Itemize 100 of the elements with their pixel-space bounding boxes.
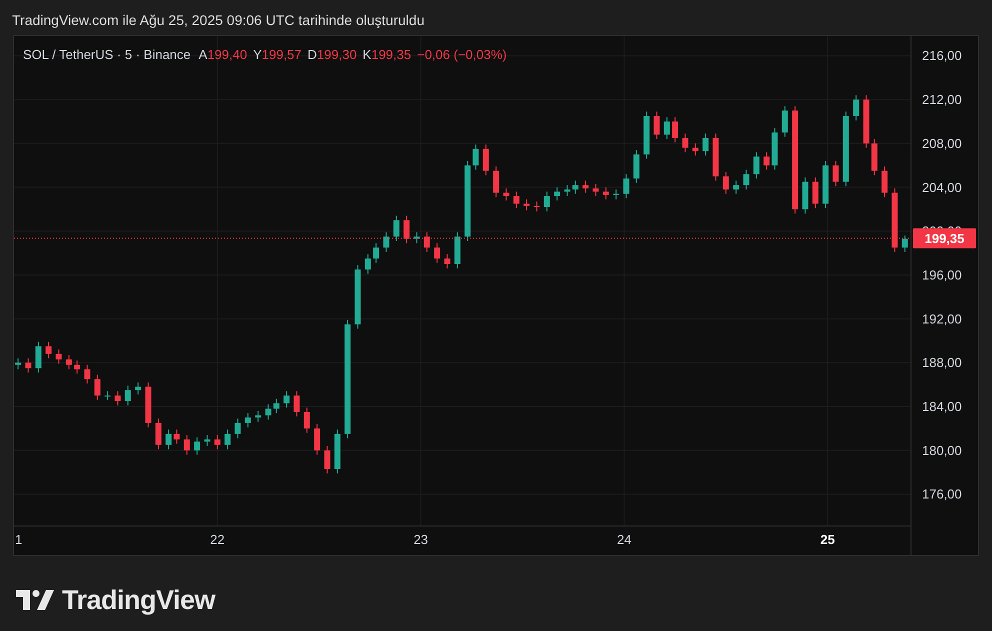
price-axis-label: 176,00 xyxy=(922,486,962,502)
candlestick xyxy=(35,341,42,374)
candlestick xyxy=(782,106,788,138)
chart-caption: TradingView.com ile Ağu 25, 2025 09:06 UTC tarihinde oluşturuldu xyxy=(12,12,424,28)
candlestick xyxy=(124,385,131,406)
price-axis-label: 184,00 xyxy=(922,399,962,414)
candlestick xyxy=(15,358,22,370)
time-axis-label: 22 xyxy=(210,532,225,547)
candlestick xyxy=(234,418,241,439)
legend-value: 199,35 xyxy=(371,47,412,62)
price-axis-label: 180,00 xyxy=(922,442,962,458)
candlestick xyxy=(214,434,220,450)
candlestick xyxy=(373,242,380,264)
candlestick xyxy=(871,138,878,176)
candlestick xyxy=(204,434,210,446)
candlestick xyxy=(334,429,340,474)
candlestick xyxy=(733,180,740,194)
legend-value: 199,30 xyxy=(316,47,357,62)
candlestick xyxy=(273,398,280,414)
candlestick xyxy=(572,180,578,194)
candlestick xyxy=(56,349,62,364)
candlestick xyxy=(482,144,489,176)
candlestick xyxy=(812,176,818,209)
candlestick xyxy=(743,169,750,190)
legend-value: 199,40 xyxy=(207,47,248,62)
price-axis-label: 188,00 xyxy=(922,355,962,370)
candlestick xyxy=(304,407,310,434)
candlestick xyxy=(94,374,100,400)
price-axis-label: 212,00 xyxy=(922,92,962,108)
candlestick xyxy=(194,436,200,456)
candlestick xyxy=(633,150,640,184)
candlestick xyxy=(513,191,520,209)
candlestick xyxy=(822,160,829,209)
candlestick xyxy=(244,412,251,428)
candlestick xyxy=(664,116,670,140)
candlestick xyxy=(25,358,32,374)
candlestick xyxy=(414,232,420,244)
candlestick xyxy=(503,188,510,201)
logo-icon xyxy=(16,590,54,610)
candlestick xyxy=(174,429,180,444)
ref-line-label: 199,35 xyxy=(924,231,964,246)
price-axis-label: 204,00 xyxy=(922,180,962,195)
candlestick xyxy=(863,94,870,148)
candlestick xyxy=(564,184,570,197)
legend-key: Y xyxy=(253,47,262,62)
candlestick xyxy=(722,171,729,194)
candlestick xyxy=(672,116,678,143)
time-axis-label: 25 xyxy=(820,532,835,547)
candlestick xyxy=(582,180,589,194)
candlestick xyxy=(592,183,599,197)
candlestick xyxy=(712,133,719,182)
time-axis-label: 1 xyxy=(15,532,22,547)
candlestick xyxy=(692,142,698,156)
candlestick xyxy=(104,390,111,400)
candlestick xyxy=(602,186,609,200)
time-axis-label: 23 xyxy=(414,532,428,547)
symbol-label: SOL / TetherUS · 5 · Binance xyxy=(23,46,191,64)
price-change: −0,06 (−0,03%) xyxy=(417,46,507,64)
candlestick xyxy=(74,360,80,374)
candlestick xyxy=(554,186,560,201)
candlestick xyxy=(493,166,500,198)
price-axis-label: 216,00 xyxy=(922,48,962,64)
candlestick xyxy=(424,232,430,252)
candlestick xyxy=(524,198,530,211)
candlestick xyxy=(294,390,300,417)
candlestick xyxy=(454,232,460,269)
candlestick xyxy=(314,424,320,456)
price-axis-label: 208,00 xyxy=(922,136,962,151)
candlestick xyxy=(114,390,121,406)
legend-value: 199,57 xyxy=(262,47,302,62)
price-axis-label: 196,00 xyxy=(922,267,962,282)
candlestick xyxy=(284,390,290,408)
candlestick xyxy=(434,242,440,264)
candlestick xyxy=(155,418,162,450)
legend-key: D xyxy=(308,47,317,62)
candlestick xyxy=(393,215,400,242)
candlestick xyxy=(255,410,262,422)
candlestick xyxy=(753,152,760,179)
candlestick xyxy=(224,429,231,450)
candlestick xyxy=(364,254,371,274)
candlestick xyxy=(772,128,778,170)
last-price-label: 199,35 xyxy=(913,228,976,248)
candlestick xyxy=(46,341,52,359)
candlestick xyxy=(383,232,390,252)
candlestick xyxy=(324,445,330,474)
candlestick xyxy=(84,364,90,384)
candlestick xyxy=(265,404,272,420)
brand-name: TradingView xyxy=(62,584,216,617)
candlestick xyxy=(66,354,72,370)
candlestick xyxy=(444,254,450,269)
candlestick xyxy=(853,94,860,121)
candlestick xyxy=(472,144,479,170)
legend-key: A xyxy=(198,47,208,62)
candlestick xyxy=(145,382,152,428)
candlestick xyxy=(644,111,650,160)
candlestick xyxy=(404,215,410,244)
candlestick xyxy=(702,133,709,156)
candlestick xyxy=(613,188,620,200)
candlestick xyxy=(184,434,190,456)
candlestick xyxy=(832,160,839,187)
